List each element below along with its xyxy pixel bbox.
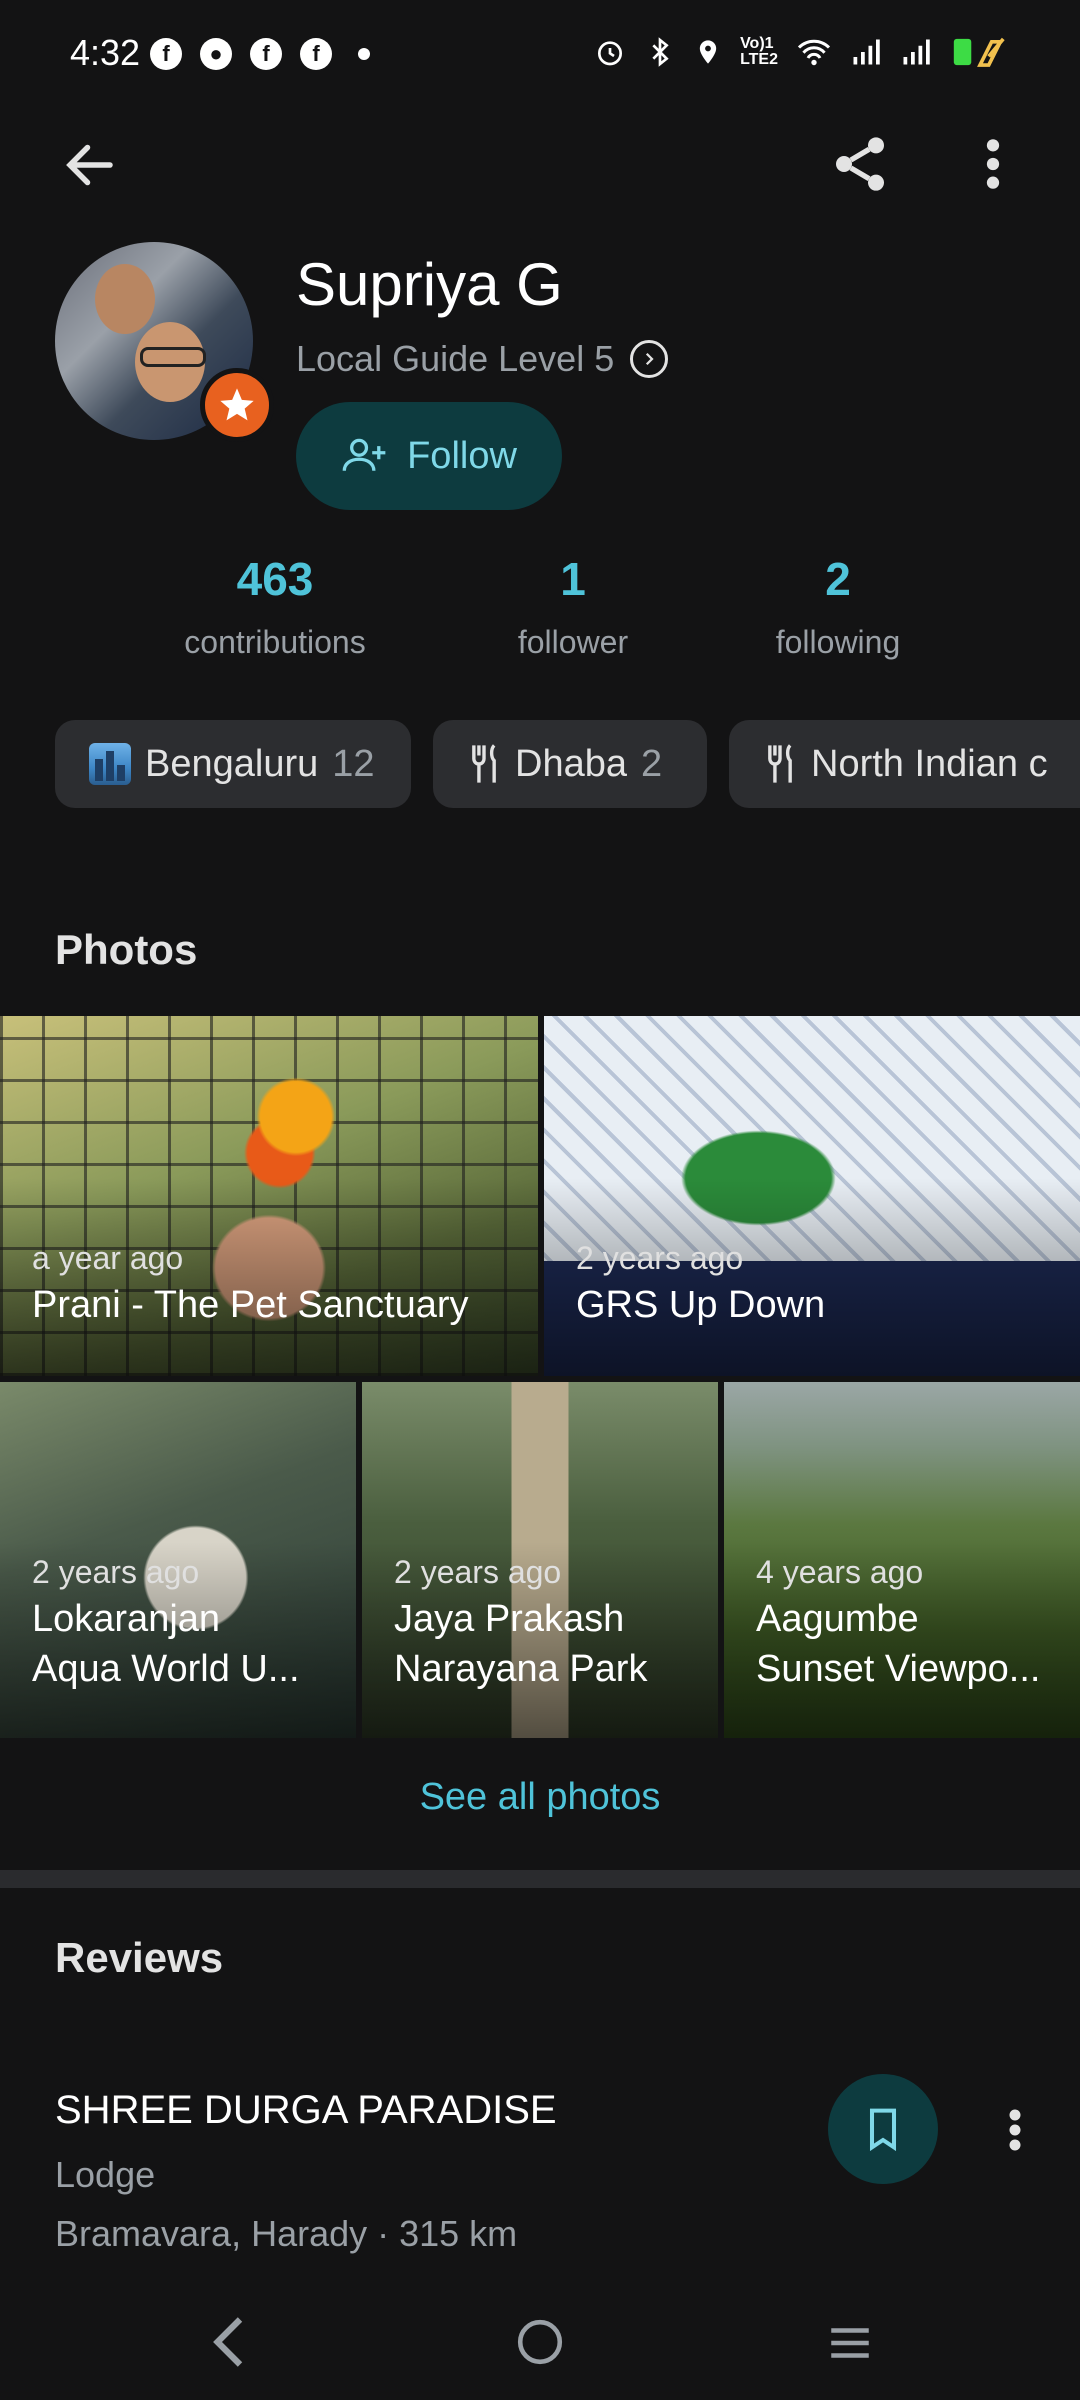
chip-label: North Indian c [811,742,1048,785]
section-divider [0,1870,1080,1888]
star-icon [220,388,254,421]
photo-title: Narayana Park [394,1648,648,1690]
bookmark-icon [869,2108,897,2151]
local-guide-badge [200,368,274,442]
signal-icon [853,39,880,65]
local-guide-level-label: Local Guide Level 5 [296,338,615,379]
battery-charging-icon [953,37,1005,67]
nav-recents-button[interactable] [825,2318,875,2368]
status-time: 4:32 [70,32,141,73]
review-place-location: Bramavara, Harady · 315 km [55,2213,518,2254]
chip-north-indian[interactable]: North Indian c [729,720,1080,808]
signal-icon [903,39,930,65]
share-icon [836,137,884,191]
nav-home-icon [517,2319,563,2365]
stat-contributions[interactable]: 463 contributions [145,552,405,661]
chip-label: Dhaba [515,742,627,785]
alarm-icon [598,41,623,66]
stat-value: 1 [560,553,586,605]
volte-icon: Vo)1 LTE2 [740,35,778,68]
photo-title: Aagumbe [756,1598,919,1640]
stat-value: 463 [236,553,314,605]
chip-dhaba[interactable]: Dhaba 2 [433,720,707,808]
restaurant-icon [472,744,496,783]
profile-name: Supriya G [296,251,563,318]
bluetooth-icon [652,37,669,67]
chat-bubble-icon: ● [200,38,232,70]
wifi-icon [797,39,831,66]
chip-count: 12 [332,742,375,785]
local-guide-level[interactable]: Local Guide Level 5 [296,338,669,380]
share-button[interactable] [828,132,892,196]
more-notifications-dot [358,48,370,60]
nav-back-button[interactable] [205,2312,255,2372]
save-place-button[interactable] [828,2074,938,2184]
more-vert-icon [986,139,1000,189]
photo-card[interactable]: 2 years ago Lokaranjan Aqua World U... [0,1382,356,1738]
stat-label: following [775,624,901,660]
reviews-section-title: Reviews [55,1934,224,1981]
photo-card[interactable]: 2 years ago GRS Up Down [544,1016,1080,1376]
see-all-photos-link[interactable]: See all photos [0,1776,1080,1819]
photo-title: GRS Up Down [576,1284,826,1326]
review-more-button[interactable] [1000,2100,1030,2160]
avatar-person [95,264,155,334]
location-icon [699,40,717,64]
photo-date: 4 years ago [756,1554,924,1590]
facebook-icon: f [250,38,282,70]
photo-date: 2 years ago [394,1554,562,1590]
stat-label: contributions [184,624,366,660]
review-place-name[interactable]: SHREE DURGA PARADISE [55,2088,557,2133]
photo-date: 2 years ago [32,1554,200,1590]
more-vert-icon [1009,2109,1021,2151]
stat-label: follower [517,624,629,660]
nav-back-icon [213,2317,243,2367]
photo-date: a year ago [32,1240,184,1276]
stat-following[interactable]: 2 following [708,552,968,661]
photo-title: Lokaranjan [32,1598,221,1640]
facebook-messenger-icon: f [150,38,182,70]
avatar-detail [140,347,206,367]
notification-icons: f ● f f [150,38,370,70]
photo-title: Prani - The Pet Sanctuary [32,1284,469,1326]
photo-date: 2 years ago [576,1240,744,1276]
back-button[interactable] [60,135,120,195]
photo-title: Jaya Prakash [394,1598,625,1640]
chevron-right-icon [630,340,669,378]
stat-value: 2 [825,553,851,605]
follow-button[interactable]: Follow [296,402,562,510]
photo-gradient [544,1178,1080,1376]
menu-icon [831,2328,869,2358]
photo-title: Aqua World U... [32,1648,300,1690]
more-options-button[interactable] [968,132,1018,196]
facebook-icon: f [300,38,332,70]
arrow-back-icon [66,144,113,186]
photo-title: Sunset Viewpo... [756,1648,1041,1690]
chip-bengaluru[interactable]: Bengaluru 12 [55,720,411,808]
person-add-icon [342,438,386,471]
photo-card[interactable]: a year ago Prani - The Pet Sanctuary [0,1016,538,1376]
stat-followers[interactable]: 1 follower [443,552,703,661]
system-icons: Vo)1 LTE2 [594,36,1010,68]
nav-home-button[interactable] [515,2312,565,2372]
photo-gradient [0,1178,538,1376]
follow-label: Follow [407,434,517,477]
chip-label: Bengaluru [145,742,319,785]
chip-count: 2 [640,742,663,785]
photo-card[interactable]: 2 years ago Jaya Prakash Narayana Park [362,1382,718,1738]
review-place-type: Lodge [55,2154,156,2195]
restaurant-icon [768,744,792,783]
photos-section-title: Photos [55,926,198,973]
city-icon [89,743,131,785]
photo-card[interactable]: 4 years ago Aagumbe Sunset Viewpo... [724,1382,1080,1738]
